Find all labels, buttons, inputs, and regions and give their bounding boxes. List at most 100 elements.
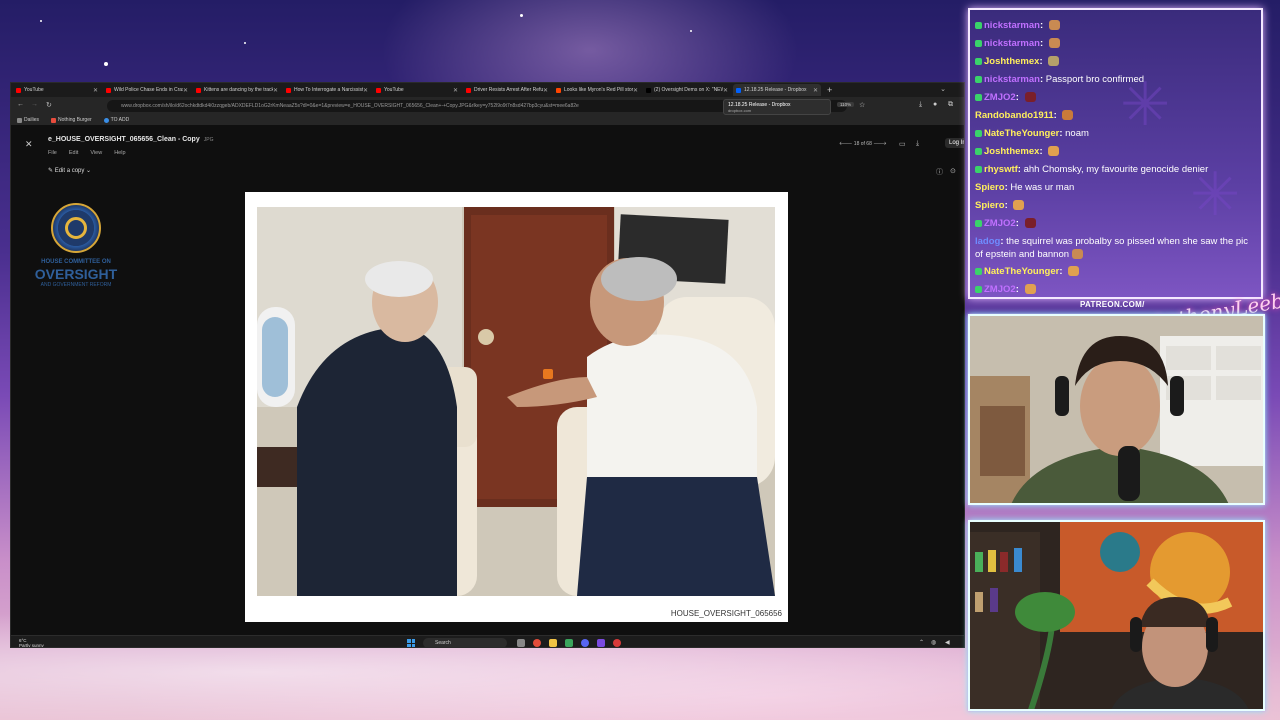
profile-icon[interactable]: ● (933, 101, 937, 108)
menu-help[interactable]: Help (114, 150, 125, 156)
subscriber-badge-icon (975, 21, 982, 29)
download-icon[interactable]: ⤓ (919, 101, 922, 109)
tab-close-icon[interactable]: ✕ (363, 87, 368, 94)
back-icon[interactable]: ← (17, 101, 24, 108)
tab-title: YouTube (384, 87, 404, 93)
chat-username[interactable]: NateTheYounger (984, 266, 1059, 277)
tab-close-icon[interactable]: ✕ (813, 87, 818, 94)
comment-icon[interactable]: ▭ (899, 140, 906, 148)
star-icon[interactable]: ☆ (859, 101, 865, 109)
start-square (407, 643, 411, 647)
chat-username[interactable]: rhyswtf (984, 164, 1018, 175)
chat-separator: : (1053, 110, 1060, 121)
browser-tab[interactable]: How To Interrogate a Narcissist ✕ (283, 84, 371, 96)
forward-icon[interactable]: → (31, 101, 38, 108)
chat-message: ladog: the squirrel was probalby so piss… (975, 233, 1258, 263)
star (520, 14, 523, 17)
login-button[interactable]: Log In (945, 138, 964, 148)
star (690, 30, 692, 32)
patreon-link-text: PATREON.COM/ (1080, 300, 1145, 309)
file-pager[interactable]: 🡐 18 of 68 🡒 (839, 141, 887, 147)
chat-username[interactable]: nickstarman (984, 74, 1040, 85)
browser-tab[interactable]: YouTube ✕ (373, 84, 461, 96)
close-icon[interactable]: ✕ (25, 139, 33, 150)
bookmarks-bar: Dailies Nothing Burger TO ADD (11, 115, 964, 125)
file-title: e_HOUSE_OVERSIGHT_065656_Clean - Copy JPG (48, 136, 213, 143)
chat-username[interactable]: ZMJO2 (984, 284, 1016, 295)
tab-close-icon[interactable]: ✕ (633, 87, 638, 94)
browser-tab[interactable]: Wild Police Chase Ends in Crash ✕ (103, 84, 191, 96)
chat-message: nickstarman: (975, 17, 1258, 35)
chat-username[interactable]: ZMJO2 (984, 218, 1016, 229)
chat-message: rhyswtf: ahh Chomsky, my favourite genoc… (975, 161, 1258, 179)
browser-tab[interactable]: Looks like Myron's Red Pill stor ✕ (553, 84, 641, 96)
chat-separator: : (1039, 20, 1046, 31)
tab-search-button[interactable]: ⌄ (940, 85, 946, 93)
chat-username[interactable]: nickstarman (984, 20, 1040, 31)
app-icon[interactable] (613, 639, 621, 647)
menu-view[interactable]: View (90, 150, 102, 156)
bookmark-dailies[interactable]: Dailies (17, 117, 39, 123)
bookmark-to-add[interactable]: TO ADD (103, 117, 129, 123)
tab-close-icon[interactable]: ✕ (453, 87, 458, 94)
chat-username[interactable]: Spiero (975, 200, 1005, 211)
taskbar-search-box[interactable]: Search (423, 638, 507, 647)
bookmark-nothing-burger[interactable]: Nothing Burger (51, 117, 92, 123)
info-icon[interactable]: ⓘ (936, 167, 943, 177)
chat-username[interactable]: Joshthemex (984, 56, 1039, 67)
chat-username[interactable]: Spiero (975, 182, 1005, 193)
tab-close-icon[interactable]: ✕ (183, 87, 188, 94)
start-square (411, 643, 415, 647)
webcam-1-image (970, 316, 1263, 503)
chat-message: Spiero: He was ur man (975, 179, 1258, 197)
chat-username[interactable]: ZMJO2 (984, 92, 1016, 103)
subscriber-badge-icon (975, 129, 982, 137)
tab-close-icon[interactable]: ✕ (273, 87, 278, 94)
browser-tab[interactable]: (2) Oversight Dems on X: "NEW ✕ (643, 84, 731, 96)
browser-tab[interactable]: Driver Resists Arrest After Refusi ✕ (463, 84, 551, 96)
chat-username[interactable]: ladog (975, 236, 1000, 247)
network-icon[interactable]: ◍ (931, 639, 936, 646)
chat-username[interactable]: NateTheYounger (984, 128, 1059, 139)
chat-username[interactable]: nickstarman (984, 38, 1040, 49)
new-tab-button[interactable]: + (827, 85, 832, 95)
file-explorer-icon[interactable] (549, 639, 557, 647)
browser-tab[interactable]: 12.18.25 Release - Dropbox ✕ (733, 84, 821, 96)
discord-icon[interactable] (581, 639, 589, 647)
reload-icon[interactable]: ↻ (46, 101, 52, 109)
volume-icon[interactable]: ◀ (945, 639, 950, 646)
chat-username[interactable]: Randobando1911 (975, 110, 1054, 121)
app-icon[interactable] (597, 639, 605, 647)
edit-a-copy-button[interactable]: ✎ Edit a copy ⌄ (48, 167, 91, 174)
file-type: JPG (203, 137, 214, 143)
chrome-icon[interactable] (533, 639, 541, 647)
chat-separator: : (1015, 218, 1022, 229)
windows-start-icon[interactable] (407, 639, 415, 647)
app-icon[interactable] (565, 639, 573, 647)
bookmark-favicon (103, 117, 109, 123)
settings-icon[interactable]: ⊙ (950, 167, 956, 175)
tab-title: Kittens are dancing by the track (204, 87, 273, 93)
bates-number: HOUSE_OVERSIGHT_065656 (670, 609, 782, 618)
menu-file[interactable]: File (48, 150, 57, 156)
chat-username[interactable]: Joshthemex (984, 146, 1039, 157)
bookmark-label: Dailies (24, 117, 40, 123)
star (244, 42, 246, 44)
download-icon[interactable]: ⤓ (916, 140, 919, 148)
zoom-indicator[interactable]: 110% (837, 102, 855, 107)
tab-close-icon[interactable]: ✕ (93, 87, 98, 94)
browser-tab[interactable]: Kittens are dancing by the track ✕ (193, 84, 281, 96)
chat-separator: : (1015, 284, 1022, 295)
emote-icon (1072, 249, 1084, 260)
menu-edit[interactable]: Edit (69, 150, 78, 156)
browser-tab[interactable]: YouTube ✕ (13, 84, 101, 96)
taskview-icon[interactable] (517, 639, 525, 647)
tray-chevron-icon[interactable]: ⌃ (919, 639, 924, 646)
weather-widget[interactable]: 6°C Partly sunny (19, 638, 44, 647)
tab-close-icon[interactable]: ✕ (723, 87, 728, 94)
tab-close-icon[interactable]: ✕ (543, 87, 548, 94)
magnifier-icon (65, 217, 87, 239)
file-menu: File Edit View Help (48, 150, 126, 156)
extensions-icon[interactable]: ⧉ (948, 101, 953, 109)
subscriber-badge-icon (975, 57, 982, 65)
